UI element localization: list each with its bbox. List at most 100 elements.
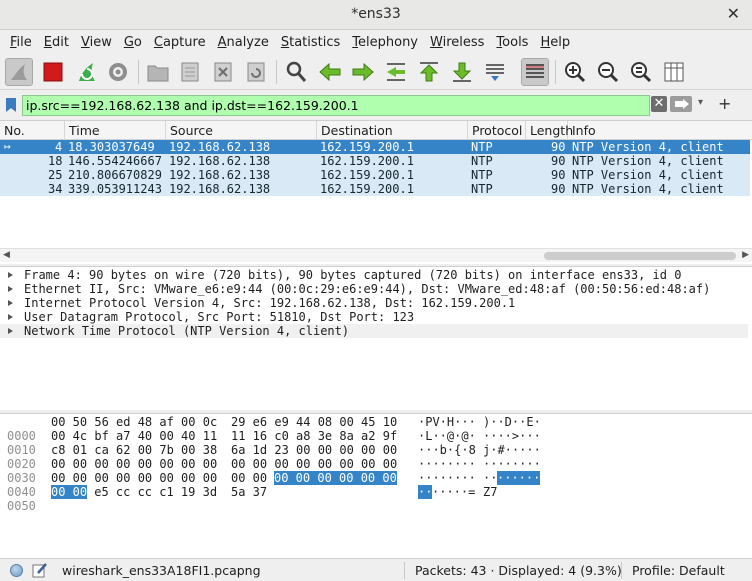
- column-header-info[interactable]: Info: [568, 121, 750, 140]
- go-back-icon[interactable]: [316, 58, 344, 86]
- reload-file-icon[interactable]: [242, 58, 270, 86]
- packet-info: NTP Version 4, client: [572, 182, 724, 196]
- packet-length: 90: [551, 168, 566, 182]
- shark-fin-start-icon[interactable]: [5, 58, 33, 86]
- packet-row[interactable]: 18 146.554246667 192.168.62.138 162.159.…: [0, 154, 750, 168]
- status-separator: [621, 562, 622, 579]
- save-file-icon[interactable]: [176, 58, 204, 86]
- packet-row[interactable]: 25 210.806670829 192.168.62.138 162.159.…: [0, 168, 750, 182]
- detail-row-ntp[interactable]: Network Time Protocol (NTP Version 4, cl…: [0, 324, 748, 338]
- horizontal-scrollbar[interactable]: ◀ ▶: [0, 248, 752, 262]
- column-header-no[interactable]: No.: [0, 121, 65, 140]
- zoom-out-icon[interactable]: [594, 58, 622, 86]
- find-packet-icon[interactable]: [282, 58, 310, 86]
- expand-arrow-icon[interactable]: [8, 300, 13, 306]
- profile-indicator[interactable]: Profile: Default: [632, 563, 725, 578]
- column-header-protocol[interactable]: Protocol: [468, 121, 526, 140]
- restart-capture-icon[interactable]: [72, 58, 100, 86]
- packet-protocol: NTP: [471, 168, 493, 182]
- menu-statistics[interactable]: Statistics: [275, 35, 346, 50]
- display-filter-bar: ip.src==192.168.62.138 and ip.dst==162.1…: [0, 91, 752, 120]
- bytes-row[interactable]: 0040 00 00 00 00 00 00 00 00 00 00 00 00…: [0, 471, 541, 499]
- close-window-button[interactable]: ✕: [727, 4, 740, 23]
- packet-info: NTP Version 4, client: [572, 140, 724, 154]
- menu-bar: File Edit View Go Capture Analyze Statis…: [0, 30, 752, 54]
- clear-filter-button[interactable]: ✕: [651, 96, 667, 112]
- column-header-length[interactable]: Length: [526, 121, 573, 140]
- zoom-in-icon[interactable]: [561, 58, 589, 86]
- packet-destination: 162.159.200.1: [320, 154, 414, 168]
- bytes-hex: 00 00 00 00 00 00 00 00: [231, 457, 398, 471]
- add-filter-button[interactable]: +: [718, 94, 731, 113]
- packet-protocol: NTP: [471, 182, 493, 196]
- auto-scroll-icon[interactable]: [481, 58, 509, 86]
- bytes-row[interactable]: 0050 00 00 e5 cc cc c1 19 3d 5a 37 ·· ··…: [0, 485, 497, 513]
- capture-options-icon[interactable]: [104, 58, 132, 86]
- bytes-hex: 00 00 00 00 00 00 00 00: [51, 457, 218, 471]
- packet-no: 18: [48, 154, 63, 168]
- scrollbar-thumb[interactable]: [544, 252, 736, 260]
- column-header-time[interactable]: Time: [65, 121, 166, 140]
- filter-history-dropdown[interactable]: ▾: [698, 97, 703, 108]
- detail-row-ethernet[interactable]: Ethernet II, Src: VMware_e6:e9:44 (00:0c…: [0, 282, 748, 296]
- packet-source: 192.168.62.138: [169, 140, 271, 154]
- packet-info: NTP Version 4, client: [572, 154, 724, 168]
- bytes-hex: c8 01 ca 62 00 7b 00 38: [51, 443, 218, 457]
- expert-info-led-icon[interactable]: [10, 564, 23, 577]
- menu-analyze[interactable]: Analyze: [212, 35, 275, 50]
- packet-time: 146.554246667: [68, 154, 162, 168]
- packet-no: 25: [48, 168, 63, 182]
- detail-row-udp[interactable]: User Datagram Protocol, Src Port: 51810,…: [0, 310, 748, 324]
- toolbar-separator: [555, 60, 556, 84]
- scroll-left-icon[interactable]: ◀: [3, 250, 10, 260]
- menu-help[interactable]: Help: [534, 35, 576, 50]
- detail-row-frame[interactable]: Frame 4: 90 bytes on wire (720 bits), 90…: [0, 268, 748, 282]
- scroll-right-icon[interactable]: ▶: [742, 250, 749, 260]
- bytes-hex-selected: 00 00: [51, 485, 88, 499]
- bytes-ascii: Z7: [483, 485, 498, 499]
- menu-tools[interactable]: Tools: [490, 35, 534, 50]
- packet-row[interactable]: 34 339.053911243 192.168.62.138 162.159.…: [0, 182, 750, 196]
- go-last-packet-icon[interactable]: [448, 58, 476, 86]
- menu-capture[interactable]: Capture: [148, 35, 212, 50]
- stop-capture-icon[interactable]: [39, 58, 67, 86]
- open-file-icon[interactable]: [144, 58, 172, 86]
- menu-telephony[interactable]: Telephony: [346, 35, 424, 50]
- packet-destination: 162.159.200.1: [320, 140, 414, 154]
- column-header-destination[interactable]: Destination: [317, 121, 468, 140]
- go-first-packet-icon[interactable]: [415, 58, 443, 86]
- bytes-row[interactable]: 0010 00 4c bf a7 40 00 40 11 11 16 c0 a8…: [0, 429, 541, 457]
- bytes-ascii: ·····=: [432, 485, 476, 499]
- apply-filter-button[interactable]: [670, 96, 692, 112]
- zoom-normal-icon[interactable]: [627, 58, 655, 86]
- capture-comment-icon[interactable]: [32, 562, 48, 578]
- resize-columns-icon[interactable]: [660, 58, 688, 86]
- expand-arrow-icon[interactable]: [8, 314, 13, 320]
- column-header-source[interactable]: Source: [166, 121, 317, 140]
- bookmark-icon[interactable]: [6, 98, 16, 112]
- menu-wireless[interactable]: Wireless: [424, 35, 490, 50]
- bytes-row[interactable]: 0000 00 50 56 ed 48 af 00 0c 29 e6 e9 44…: [0, 415, 541, 443]
- packet-no: 4: [55, 140, 63, 154]
- detail-row-ipv4[interactable]: Internet Protocol Version 4, Src: 192.16…: [0, 296, 748, 310]
- packet-row[interactable]: ↦ 4 18.303037649 192.168.62.138 162.159.…: [0, 140, 750, 154]
- go-forward-icon[interactable]: [349, 58, 377, 86]
- expand-arrow-icon[interactable]: [8, 286, 13, 292]
- bytes-ascii: ···b·{·8: [418, 443, 476, 457]
- bytes-row[interactable]: 0030 00 00 00 00 00 00 00 00 00 00 00 00…: [0, 457, 541, 485]
- expand-arrow-icon[interactable]: [8, 328, 13, 334]
- go-to-packet-icon[interactable]: [382, 58, 410, 86]
- display-filter-input[interactable]: ip.src==192.168.62.138 and ip.dst==162.1…: [22, 95, 650, 116]
- menu-go[interactable]: Go: [118, 35, 148, 50]
- menu-view[interactable]: View: [75, 35, 118, 50]
- colorize-icon[interactable]: [521, 58, 549, 86]
- expand-arrow-icon[interactable]: [8, 272, 13, 278]
- close-file-icon[interactable]: [209, 58, 237, 86]
- packet-count: Packets: 43 · Displayed: 4 (9.3%): [415, 563, 622, 578]
- bytes-ascii: )··D··E·: [483, 415, 541, 429]
- bytes-row[interactable]: 0020 c8 01 ca 62 00 7b 00 38 6a 1d 23 00…: [0, 443, 541, 471]
- packet-details: Frame 4: 90 bytes on wire (720 bits), 90…: [0, 266, 752, 410]
- menu-edit[interactable]: Edit: [38, 35, 75, 50]
- packet-list-header: No. Time Source Destination Protocol Len…: [0, 121, 752, 140]
- menu-file[interactable]: File: [4, 35, 38, 50]
